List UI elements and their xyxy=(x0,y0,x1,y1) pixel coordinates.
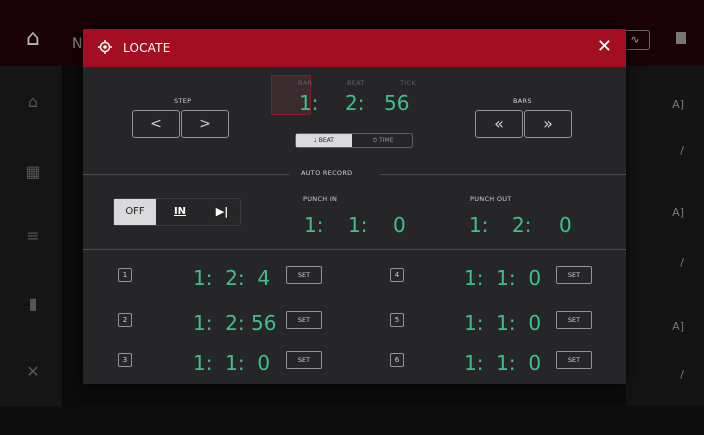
auto-record-label: AUTO RECORD xyxy=(301,169,353,177)
tick-value[interactable]: 56 xyxy=(384,91,409,115)
target-icon xyxy=(98,40,112,54)
edit-icon[interactable]: / xyxy=(680,368,684,381)
bar-value[interactable]: 1: xyxy=(299,91,318,115)
time-mode-button[interactable]: ⏱ TIME xyxy=(354,134,412,147)
punch-out-tick[interactable]: 0 xyxy=(559,213,572,237)
divider xyxy=(380,174,626,175)
locate-set-button[interactable]: SET xyxy=(556,266,592,284)
track-a-icon[interactable]: A] xyxy=(672,206,684,219)
step-label: STEP xyxy=(174,97,192,105)
punch-in-beat[interactable]: 1: xyxy=(348,213,367,237)
locate-number-badge: 3 xyxy=(118,353,132,367)
locate-number-badge: 2 xyxy=(118,313,132,327)
app-right-column: A] / A] / A] / xyxy=(626,66,704,406)
locate-value[interactable]: 1: 2: 56 xyxy=(193,311,276,335)
divider xyxy=(83,249,626,250)
locate-value[interactable]: 1: 2: 4 xyxy=(193,266,270,290)
auto-record-in-button[interactable]: IN xyxy=(162,199,198,225)
tick-label: TICK xyxy=(400,79,416,87)
auto-record-selector[interactable]: OFF IN ▶| xyxy=(113,198,241,226)
punch-out-beat[interactable]: 2: xyxy=(512,213,531,237)
level-icon[interactable]: ▮ xyxy=(22,294,44,316)
track-a-icon[interactable]: A] xyxy=(672,320,684,333)
beat-value[interactable]: 2: xyxy=(345,91,364,115)
punch-in-bar[interactable]: 1: xyxy=(304,213,323,237)
locate-dialog: LOCATE ✕ STEP < > BAR BEAT TICK 1: 2: 56… xyxy=(83,29,626,384)
step-prev-button[interactable]: < xyxy=(132,110,180,138)
locate-value[interactable]: 1: 1: 0 xyxy=(464,351,541,375)
locate-set-button[interactable]: SET xyxy=(286,266,322,284)
beat-mode-button[interactable]: ♩ BEAT xyxy=(296,134,352,147)
edit-icon[interactable]: / xyxy=(680,256,684,269)
locate-value[interactable]: 1: 1: 0 xyxy=(193,351,270,375)
dialog-header: LOCATE ✕ xyxy=(83,29,626,67)
time-mode-label: TIME xyxy=(379,137,394,144)
mixer-icon[interactable]: ≡ xyxy=(22,226,44,248)
locate-set-button[interactable]: SET xyxy=(556,351,592,369)
locate-set-button[interactable]: SET xyxy=(286,311,322,329)
locate-number-badge: 1 xyxy=(118,268,132,282)
beat-mode-label: BEAT xyxy=(318,137,334,144)
punch-out-bar[interactable]: 1: xyxy=(469,213,488,237)
auto-record-out-button[interactable]: ▶| xyxy=(204,199,240,225)
locate-set-button[interactable]: SET xyxy=(286,351,322,369)
locate-set-button[interactable]: SET xyxy=(556,311,592,329)
locate-value[interactable]: 1: 1: 0 xyxy=(464,311,541,335)
bar-label: BAR xyxy=(298,79,313,87)
punch-in-tick[interactable]: 0 xyxy=(393,213,406,237)
punch-out-label: PUNCH OUT xyxy=(470,195,512,203)
app-title-fragment: N xyxy=(72,36,83,52)
locate-number-badge: 4 xyxy=(390,268,404,282)
app-bottombar xyxy=(0,406,704,435)
auto-record-off-button[interactable]: OFF xyxy=(114,199,156,225)
menu-icon[interactable] xyxy=(676,32,686,44)
home-icon[interactable]: ⌂ xyxy=(22,92,44,114)
close-button[interactable]: ✕ xyxy=(597,37,612,57)
dialog-title: LOCATE xyxy=(123,41,171,55)
track-a-icon[interactable]: A] xyxy=(672,98,684,111)
divider xyxy=(83,174,289,175)
beat-time-toggle[interactable]: ♩ BEAT ⏱ TIME xyxy=(295,133,413,148)
punch-in-label: PUNCH IN xyxy=(303,195,338,203)
bars-label: BARS xyxy=(513,97,532,105)
bars-prev-button[interactable]: « xyxy=(475,110,523,138)
edit-icon[interactable]: / xyxy=(680,144,684,157)
locate-value[interactable]: 1: 1: 0 xyxy=(464,266,541,290)
xy-icon[interactable]: ✕ xyxy=(22,362,44,384)
locate-number-badge: 6 xyxy=(390,353,404,367)
home-icon[interactable]: ⌂ xyxy=(26,26,40,51)
beat-label: BEAT xyxy=(347,79,365,87)
locate-number-badge: 5 xyxy=(390,313,404,327)
step-next-button[interactable]: > xyxy=(181,110,229,138)
bars-next-button[interactable]: » xyxy=(524,110,572,138)
app-sidebar: ⌂ ▦ ≡ ▮ ✕ xyxy=(0,66,62,406)
grid-icon[interactable]: ▦ xyxy=(22,162,44,184)
